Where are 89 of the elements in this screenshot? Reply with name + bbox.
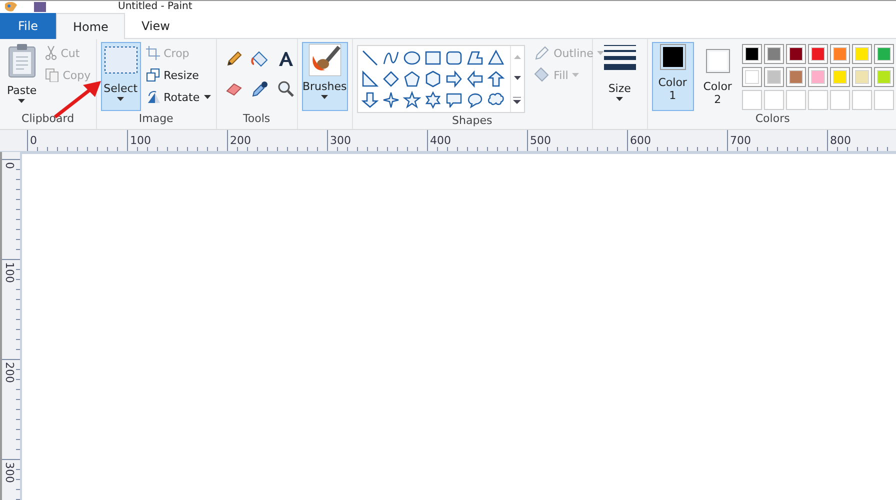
caret-icon — [204, 95, 211, 99]
rotate-icon — [146, 90, 160, 104]
selection-rectangle-icon — [104, 46, 138, 74]
color-swatch[interactable] — [832, 47, 847, 61]
paint-bucket-icon — [534, 67, 550, 83]
line-icon[interactable] — [360, 49, 379, 67]
color-swatch[interactable] — [766, 70, 781, 84]
pencil-icon[interactable] — [224, 50, 243, 68]
crop-icon — [146, 46, 160, 60]
right-triangle-icon[interactable] — [360, 70, 379, 88]
color-swatch[interactable] — [832, 70, 847, 84]
up-arrow-icon[interactable] — [486, 70, 505, 88]
oval-callout-icon[interactable] — [466, 91, 484, 109]
ruler-label: 300 — [3, 462, 16, 483]
color-swatch[interactable] — [810, 70, 825, 84]
ruler-label: 200 — [229, 133, 251, 147]
ruler-label: 500 — [529, 133, 551, 147]
pencil-icon — [534, 45, 550, 61]
rectangle-icon[interactable] — [424, 49, 442, 67]
resize-icon — [146, 68, 160, 82]
caret-icon — [321, 95, 328, 99]
color-swatch[interactable] — [876, 70, 891, 84]
down-arrow-icon[interactable] — [360, 91, 379, 109]
color-swatch[interactable] — [766, 47, 781, 61]
rotate-button[interactable]: Rotate — [144, 86, 212, 108]
line-widths-icon — [604, 44, 636, 72]
color-swatch[interactable] — [854, 70, 869, 84]
ruler-label: 600 — [629, 133, 651, 147]
ruler-label: 0 — [3, 162, 16, 169]
six-point-star-icon[interactable] — [424, 91, 442, 109]
scissors-icon — [44, 46, 57, 60]
caret-icon — [616, 97, 624, 101]
color-button[interactable]: Color 2 — [696, 42, 739, 111]
paste-button[interactable]: Paste — [4, 42, 40, 111]
copy-icon — [44, 68, 59, 82]
color-button[interactable]: Color 1 — [652, 42, 694, 111]
rectangular-callout-icon[interactable] — [444, 91, 463, 109]
four-point-star-icon[interactable] — [382, 91, 400, 109]
triangle-icon[interactable] — [486, 49, 505, 67]
ruler-label: 300 — [329, 133, 351, 147]
curve-icon[interactable] — [382, 49, 400, 67]
rounded-rectangle-icon[interactable] — [444, 49, 463, 67]
five-point-star-icon[interactable] — [402, 91, 421, 109]
clipboard-icon — [8, 44, 36, 78]
magnifier-icon[interactable] — [276, 80, 295, 98]
window-title: Untitled - Paint — [118, 2, 192, 12]
group-label: Colors — [755, 111, 790, 127]
expand-gallery-icon[interactable] — [513, 96, 522, 104]
color-swatch[interactable] — [788, 47, 803, 61]
caret-icon — [572, 73, 580, 77]
ribbon-tab[interactable]: File — [0, 13, 56, 39]
color-swatch[interactable] — [854, 47, 869, 61]
diamond-icon[interactable] — [382, 70, 400, 88]
paintbrush-icon — [308, 44, 341, 76]
right-arrow-icon[interactable] — [444, 70, 463, 88]
caret-icon — [597, 51, 604, 55]
group-label: Tools — [243, 111, 270, 127]
oval-icon[interactable] — [402, 49, 421, 67]
pentagon-icon[interactable] — [402, 70, 421, 88]
ribbon-tab[interactable]: View — [125, 13, 186, 39]
ruler-label: 400 — [429, 133, 451, 147]
hexagon-icon[interactable] — [424, 70, 442, 88]
caret-icon — [117, 97, 124, 101]
color-picker-icon[interactable] — [250, 80, 269, 98]
brushes-button[interactable]: Brushes — [302, 42, 348, 111]
color-swatch[interactable] — [744, 70, 759, 84]
color-swatch[interactable] — [810, 47, 825, 61]
left-arrow-icon[interactable] — [466, 70, 484, 88]
ruler-label: 100 — [3, 262, 16, 283]
color-swatch[interactable] — [744, 47, 759, 61]
group-label: Clipboard — [22, 111, 74, 127]
caret-icon — [18, 99, 26, 103]
group-label: Shapes — [452, 113, 492, 129]
color-swatch[interactable] — [876, 47, 891, 61]
ruler-label: 700 — [729, 133, 751, 147]
color-swatch[interactable] — [788, 70, 803, 84]
ruler-label: 0 — [29, 133, 37, 147]
text-icon[interactable] — [276, 50, 295, 68]
paint-app-icon — [4, 2, 18, 12]
ruler-label: 800 — [829, 133, 851, 147]
ruler-label: 200 — [3, 362, 16, 383]
ribbon-tab[interactable]: Home — [56, 13, 126, 39]
resize-button[interactable]: Resize — [144, 64, 212, 86]
ruler-label: 100 — [129, 133, 151, 147]
polygon-icon[interactable] — [466, 49, 484, 67]
paint-bucket-icon[interactable] — [250, 50, 269, 68]
group-label: Image — [138, 111, 174, 127]
scroll-down-icon[interactable] — [514, 76, 521, 80]
select-button[interactable]: Select — [100, 42, 141, 111]
